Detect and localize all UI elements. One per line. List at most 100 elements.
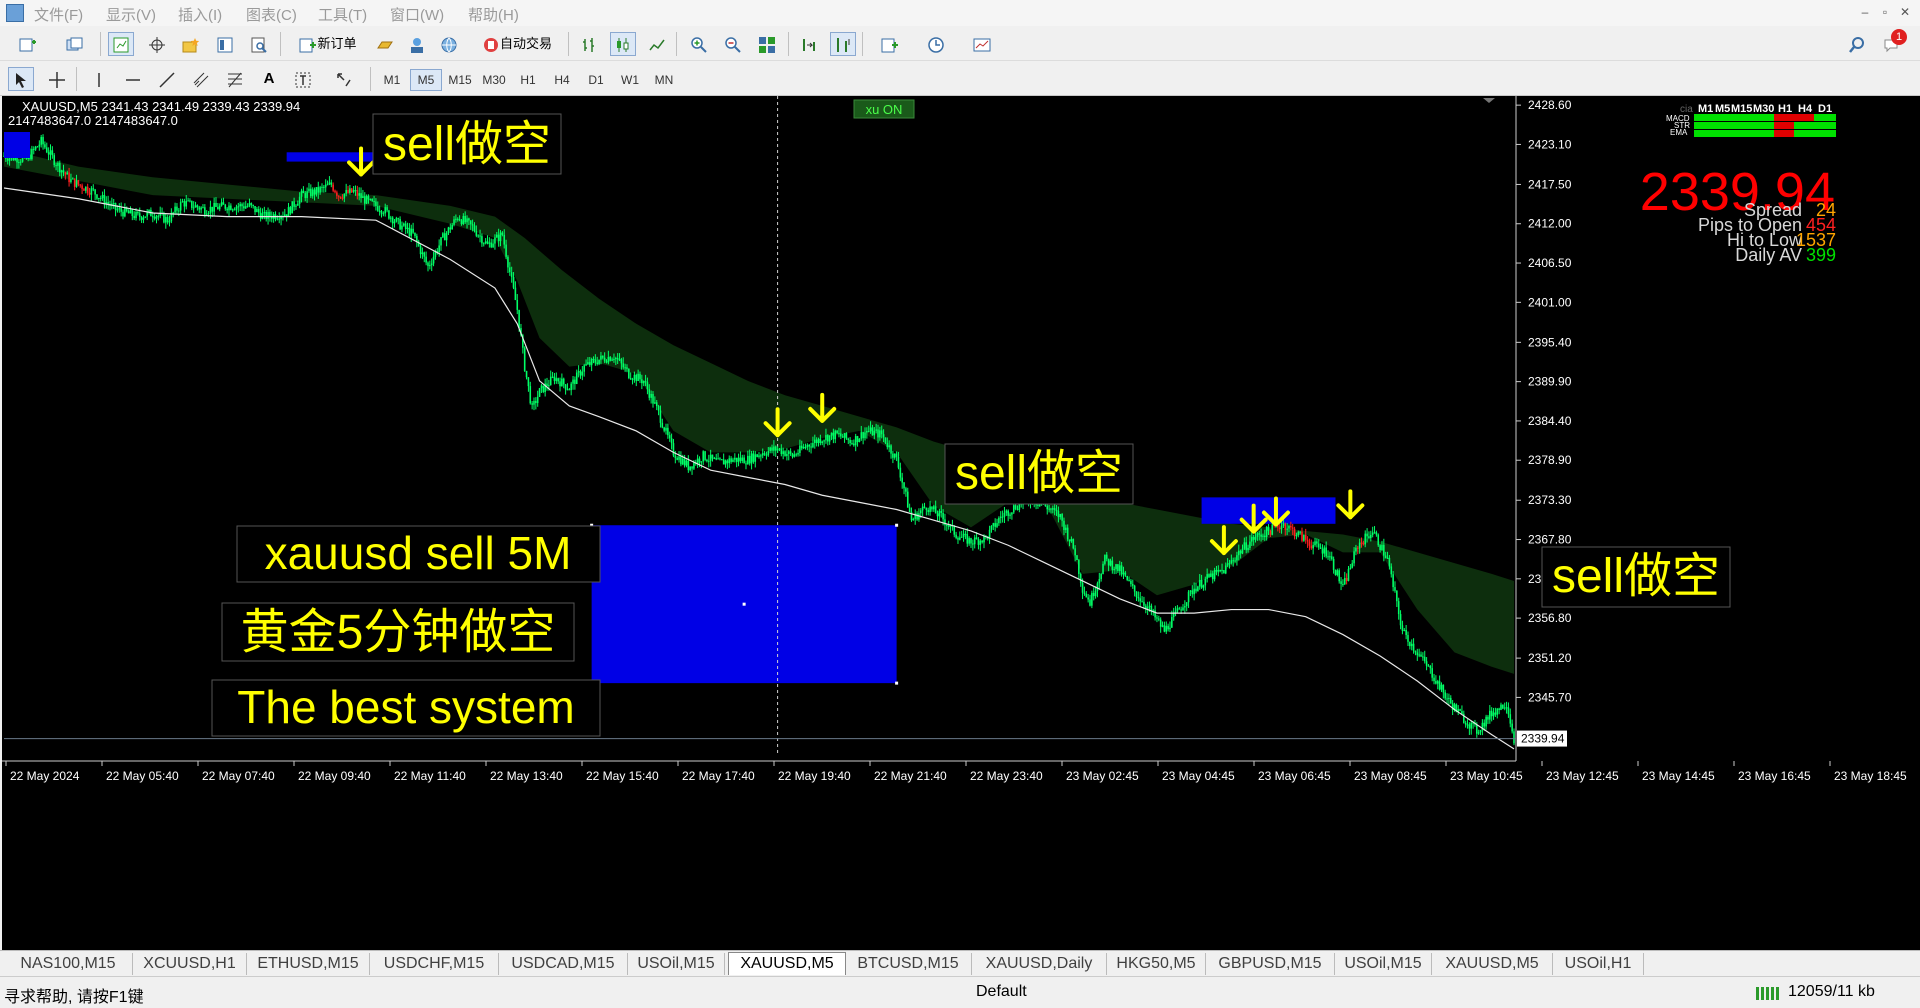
menu-help[interactable]: 帮助(H) bbox=[468, 4, 519, 25]
restore-icon[interactable]: ▫ bbox=[1876, 4, 1894, 20]
mtf-tf-h1: H1 bbox=[1778, 103, 1792, 115]
line-chart-button[interactable] bbox=[644, 32, 670, 56]
tab-gbpusd-m15[interactable]: GBPUSD,M15 bbox=[1206, 953, 1335, 975]
market-button[interactable] bbox=[436, 32, 462, 56]
chart-shift-marker[interactable] bbox=[1483, 98, 1495, 103]
tf-m15[interactable]: M15 bbox=[444, 69, 476, 91]
crosshair-button[interactable] bbox=[44, 67, 70, 91]
tf-m1[interactable]: M1 bbox=[376, 69, 408, 91]
fibonacci-icon bbox=[228, 72, 242, 87]
candle-body bbox=[1003, 512, 1006, 517]
new-order-button[interactable]: 新订单 bbox=[288, 32, 368, 56]
cursor-button[interactable] bbox=[8, 67, 34, 91]
zone-handle[interactable] bbox=[742, 602, 746, 606]
periods-button[interactable] bbox=[916, 32, 956, 56]
tile-windows-button[interactable] bbox=[754, 32, 780, 56]
tf-mn[interactable]: MN bbox=[648, 69, 680, 91]
candle-body bbox=[185, 200, 188, 207]
tf-m30[interactable]: M30 bbox=[478, 69, 510, 91]
price-chart[interactable]: 2428.60 2423.10 2417.50 2412.00 2406.50 2401.… bbox=[2, 96, 1920, 950]
tf-d1[interactable]: D1 bbox=[580, 69, 612, 91]
tab-usoil-m15-2[interactable]: USOil,M15 bbox=[1335, 953, 1432, 975]
menu-charts[interactable]: 图表(C) bbox=[246, 4, 297, 25]
candle-body bbox=[421, 252, 424, 255]
candle-body bbox=[164, 217, 167, 223]
market-watch-button[interactable] bbox=[108, 32, 134, 56]
auto-scroll-button[interactable] bbox=[830, 32, 856, 56]
shapes-button[interactable] bbox=[324, 67, 364, 91]
candle-body bbox=[1269, 530, 1272, 535]
auto-trading-button[interactable]: 自动交易 bbox=[470, 32, 564, 56]
zoom-in-button[interactable] bbox=[686, 32, 712, 56]
candle-body bbox=[605, 361, 608, 363]
tab-usdcad-m15[interactable]: USDCAD,M15 bbox=[499, 953, 628, 975]
menu-file[interactable]: 文件(F) bbox=[34, 4, 83, 25]
navigator-button[interactable] bbox=[178, 32, 204, 56]
tab-xauusd-m5[interactable]: XAUUSD,M5 bbox=[728, 952, 846, 975]
notifications-button[interactable]: 1 bbox=[1876, 29, 1908, 56]
trendline-button[interactable] bbox=[154, 67, 180, 91]
horizontal-line-button[interactable] bbox=[120, 67, 146, 91]
tf-h4[interactable]: H4 bbox=[546, 69, 578, 91]
candle-body bbox=[525, 370, 528, 378]
menu-tools[interactable]: 工具(T) bbox=[318, 4, 367, 25]
tab-usoil-m15[interactable]: USOil,M15 bbox=[628, 953, 725, 975]
tab-btcusd-m15[interactable]: BTCUSD,M15 bbox=[845, 953, 972, 975]
tab-xcuusd-h1[interactable]: XCUUSD,H1 bbox=[133, 953, 247, 975]
candle-body bbox=[332, 184, 334, 191]
data-window-button[interactable] bbox=[144, 32, 170, 56]
candle-body bbox=[570, 383, 572, 391]
signals-button[interactable] bbox=[404, 32, 430, 56]
vertical-line-button[interactable] bbox=[86, 67, 112, 91]
channel-button[interactable] bbox=[188, 67, 214, 91]
tab-usdchf-m15[interactable]: USDCHF,M15 bbox=[370, 953, 499, 975]
tab-xauusd-m5-2[interactable]: XAUUSD,M5 bbox=[1432, 953, 1553, 975]
candle-body bbox=[724, 460, 727, 465]
tab-xauusd-daily[interactable]: XAUUSD,Daily bbox=[972, 953, 1107, 975]
indicators-button[interactable] bbox=[870, 32, 910, 56]
candle-body bbox=[412, 228, 414, 233]
tab-ethusd-m15[interactable]: ETHUSD,M15 bbox=[247, 953, 370, 975]
tab-nas100-m15[interactable]: NAS100,M15 bbox=[4, 953, 133, 975]
chart-window[interactable]: 2428.60 2423.10 2417.50 2412.00 2406.50 2401.… bbox=[2, 96, 1920, 950]
new-chart-button[interactable] bbox=[8, 32, 48, 56]
candle-body bbox=[1388, 557, 1391, 567]
menu-view[interactable]: 显示(V) bbox=[106, 4, 156, 25]
search-button[interactable] bbox=[1844, 32, 1870, 56]
tf-m5[interactable]: M5 bbox=[410, 69, 442, 91]
chart-shift-button[interactable] bbox=[796, 32, 822, 56]
tab-hkg50-m5[interactable]: HKG50,M5 bbox=[1107, 953, 1206, 975]
bar-chart-button[interactable] bbox=[576, 32, 602, 56]
candlestick-button[interactable] bbox=[610, 32, 636, 56]
candle-body bbox=[1290, 525, 1292, 528]
candle-body bbox=[548, 385, 550, 387]
templates-button[interactable] bbox=[962, 32, 1002, 56]
clock-icon bbox=[928, 36, 944, 53]
text-button[interactable]: A bbox=[256, 67, 282, 91]
profiles-button[interactable] bbox=[54, 32, 96, 56]
candle-body bbox=[1117, 564, 1119, 572]
one-click-button[interactable] bbox=[372, 32, 398, 56]
tab-usoil-h1[interactable]: USOil,H1 bbox=[1553, 953, 1644, 975]
candle-body bbox=[341, 197, 344, 199]
text-label-button[interactable] bbox=[290, 67, 316, 91]
candle-body bbox=[55, 165, 57, 167]
new-order-label: 新订单 bbox=[317, 36, 357, 51]
minimize-icon[interactable]: – bbox=[1856, 4, 1874, 20]
menu-window[interactable]: 窗口(W) bbox=[390, 4, 444, 25]
terminal-button[interactable] bbox=[212, 32, 238, 56]
candle-body bbox=[655, 402, 658, 407]
strategy-tester-button[interactable] bbox=[246, 32, 272, 56]
zone-handle[interactable] bbox=[895, 681, 899, 685]
tf-h1[interactable]: H1 bbox=[512, 69, 544, 91]
candle-body bbox=[691, 466, 693, 469]
candle-body bbox=[295, 205, 297, 207]
candle-body bbox=[391, 217, 394, 224]
candle-body bbox=[1379, 545, 1381, 551]
zone-handle[interactable] bbox=[895, 523, 899, 527]
close-icon[interactable]: ✕ bbox=[1896, 4, 1914, 20]
fibonacci-button[interactable] bbox=[222, 67, 248, 91]
tf-w1[interactable]: W1 bbox=[614, 69, 646, 91]
zoom-out-button[interactable] bbox=[720, 32, 746, 56]
menu-insert[interactable]: 插入(I) bbox=[178, 4, 222, 25]
